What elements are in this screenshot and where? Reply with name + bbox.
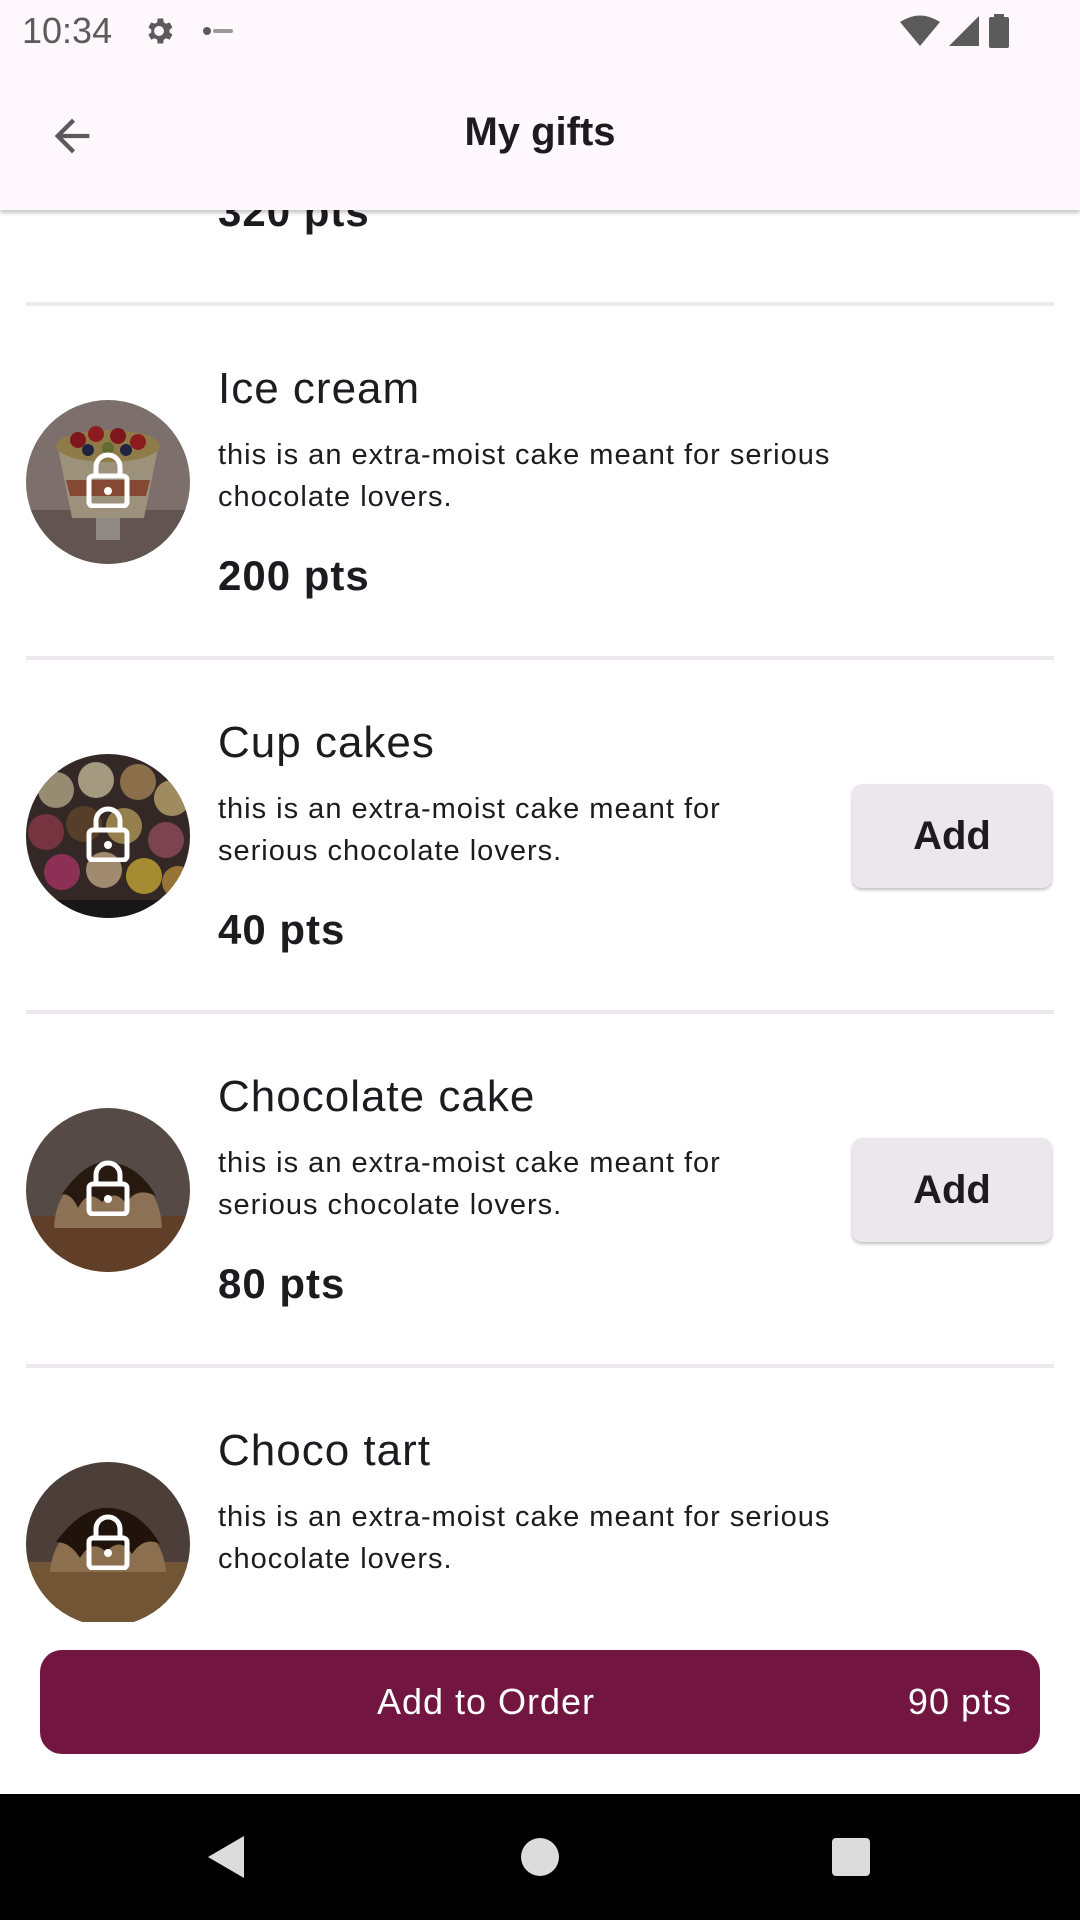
gift-description: this is an extra-moist cake meant for se… bbox=[218, 1147, 721, 1221]
nav-home-icon[interactable] bbox=[521, 1838, 559, 1876]
gift-description: this is an extra-moist cake meant for se… bbox=[218, 1501, 831, 1575]
add-button[interactable]: Add bbox=[852, 784, 1052, 888]
gift-item-cup-cakes[interactable]: Cup cakes this is an extra-moist cake me… bbox=[0, 660, 1080, 1010]
status-icons bbox=[900, 14, 1010, 48]
add-to-order-label: Add to Order bbox=[376, 1681, 596, 1722]
lock-icon bbox=[86, 452, 130, 508]
lock-icon bbox=[86, 1160, 130, 1216]
nav-back-icon[interactable] bbox=[206, 1834, 246, 1880]
add-button[interactable]: Add bbox=[852, 1138, 1052, 1242]
signal-icon bbox=[949, 16, 979, 46]
status-time: 10:34 bbox=[22, 10, 113, 51]
gift-points: 40 pts bbox=[218, 906, 346, 953]
gift-name: Ice cream bbox=[218, 364, 421, 413]
page-title: My gifts bbox=[464, 110, 616, 154]
add-to-order-button[interactable]: Add to Order 90 pts bbox=[40, 1650, 1040, 1754]
gift-item-choco-tart[interactable]: Choco tart this is an extra-moist cake m… bbox=[0, 1368, 1080, 1622]
gift-description: this is an extra-moist cake meant for se… bbox=[218, 439, 831, 513]
lock-icon bbox=[86, 806, 130, 862]
nav-recents-icon[interactable] bbox=[832, 1838, 870, 1876]
cupcakes-photo bbox=[26, 754, 190, 918]
gift-list[interactable]: 320 pts Ice cream this is an extra-moist… bbox=[0, 210, 1080, 1622]
system-nav-bar bbox=[0, 1794, 1080, 1920]
order-total-points: 90 pts bbox=[907, 1681, 1012, 1722]
chocolate-cake-photo bbox=[26, 1108, 190, 1272]
choco-tart-photo bbox=[26, 1462, 190, 1622]
gift-item-ice-cream[interactable]: Ice cream this is an extra-moist cake me… bbox=[0, 306, 1080, 656]
gear-icon bbox=[148, 18, 173, 44]
app-notification-icon bbox=[203, 27, 233, 35]
gift-name: Chocolate cake bbox=[218, 1072, 536, 1121]
lock-icon bbox=[86, 1514, 130, 1570]
app-bar: My gifts bbox=[0, 62, 1080, 210]
ice-cream-photo bbox=[26, 400, 190, 564]
gift-points: 80 pts bbox=[218, 1260, 346, 1307]
wifi-icon bbox=[900, 15, 940, 46]
gift-description: this is an extra-moist cake meant for se… bbox=[218, 793, 721, 867]
gift-name: Choco tart bbox=[218, 1426, 431, 1475]
battery-icon bbox=[989, 14, 1009, 48]
gift-points: 200 pts bbox=[218, 552, 370, 599]
partial-item-points: 320 pts bbox=[218, 210, 370, 235]
gift-name: Cup cakes bbox=[218, 718, 435, 767]
status-bar: 10:34 bbox=[0, 0, 1080, 62]
gift-item-chocolate-cake[interactable]: Chocolate cake this is an extra-moist ca… bbox=[0, 1014, 1080, 1364]
